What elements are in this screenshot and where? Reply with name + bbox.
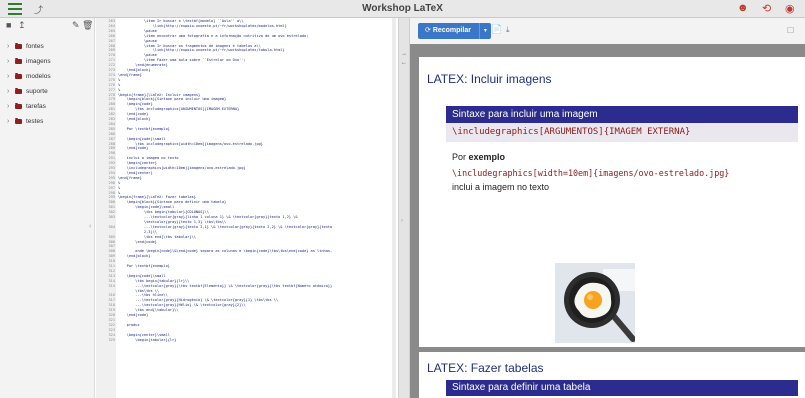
upload-icon[interactable]: ↥	[18, 20, 26, 31]
tree-item-suporte[interactable]: › suporte	[0, 84, 94, 99]
file-tree: ■ ↥ ✎ 🗑 › fontes › imagens › modelos › s…	[0, 18, 95, 398]
log-icon[interactable]: 📄	[491, 24, 502, 35]
text-exemplo: exemplo	[468, 152, 506, 162]
folder-icon	[15, 117, 22, 124]
collapse-preview-icon[interactable]: ›	[401, 218, 403, 224]
arrow-right-icon[interactable]: →	[401, 51, 407, 57]
chevron-right-icon: ›	[7, 88, 10, 95]
delete-icon[interactable]: 🗑	[82, 20, 93, 31]
example-caption: inclui a imagem no texto	[452, 182, 550, 192]
code-line: produz	[118, 322, 140, 327]
preview-menu-icon[interactable]: ☐	[787, 26, 794, 35]
code-editor[interactable]: 263 264 265 266 267 268 269 270 271 272 273 274 275 2…	[96, 18, 396, 398]
folder-icon	[15, 42, 22, 49]
chat-icon[interactable]: ◉	[785, 2, 795, 15]
arrow-left-icon[interactable]: ←	[401, 60, 407, 66]
chevron-right-icon: ›	[7, 118, 10, 125]
example-code: \includegraphics[width=10em]{imagens/ovo…	[452, 168, 730, 178]
code-line: Por \textbf{exemplo}	[118, 126, 170, 131]
line-number: 315	[108, 283, 116, 288]
folder-icon	[15, 72, 22, 79]
block-code: \includegraphics[ARGUMENTOS]{IMAGEM EXTE…	[446, 123, 798, 142]
top-bar: ⤴ Workshop LaTeX ☻ ⟲ ◉	[0, 0, 805, 18]
download-icon[interactable]: ⤓	[506, 25, 510, 35]
collapse-tree-icon[interactable]: ‹	[89, 223, 91, 230]
chevron-right-icon: ›	[7, 43, 10, 50]
chevron-right-icon: ›	[7, 103, 10, 110]
example-heading: Por exemplo	[452, 152, 505, 162]
line-number: 325	[108, 337, 116, 342]
code-line: Por \textbf{exemplo}	[118, 264, 170, 268]
fried-egg-image	[555, 263, 635, 343]
tree-item-label: fontes	[26, 43, 44, 50]
tree-item-testes[interactable]: › testes	[0, 114, 94, 129]
chevron-right-icon: ›	[7, 73, 10, 80]
share-icon[interactable]: ⟲	[762, 2, 771, 15]
code-line: \end{frame}	[118, 175, 142, 180]
folder-icon	[15, 102, 22, 109]
code-line: \begin{tabular}{lr}	[118, 337, 177, 342]
tree-item-imagens[interactable]: › imagens	[0, 54, 94, 69]
code-line: \end{frame}	[118, 72, 142, 77]
refresh-icon: ⟳	[425, 27, 433, 34]
tree-item-modelos[interactable]: › modelos	[0, 69, 94, 84]
folder-icon	[15, 57, 22, 64]
slide-title: LATEX: Incluir imagens	[427, 72, 552, 86]
line-number: 304	[108, 224, 116, 229]
preview-toolbar: ⟳ Recompilar ▾ 📄 ⤓	[410, 18, 805, 44]
code-line: \end{block}	[118, 254, 151, 259]
chevron-right-icon: ›	[7, 58, 10, 65]
tree-item-label: imagens	[26, 58, 51, 65]
block-title: Sintaxe para incluir uma imagem	[446, 106, 798, 123]
project-title: Workshop LaTeX	[362, 3, 443, 14]
code-line: \end{block}	[118, 117, 151, 121]
recompile-button[interactable]: ⟳ Recompilar ▾	[418, 23, 491, 39]
line-number: 303	[108, 215, 116, 219]
editor-scrollbar[interactable]	[392, 18, 396, 398]
user-icon[interactable]: ☻	[737, 2, 749, 14]
slide-fazer-tabelas: LATEX: Fazer tabelas Sintaxe para defini…	[419, 352, 805, 398]
edit-icon[interactable]: ✎	[72, 20, 80, 31]
code-line: \end{code}	[118, 239, 157, 244]
tree-item-fontes[interactable]: › fontes	[0, 39, 94, 54]
tree-item-label: testes	[26, 118, 44, 125]
tree-item-tarefas[interactable]: › tarefas	[0, 99, 94, 114]
text-por: Por	[452, 152, 469, 162]
tree-item-label: tarefas	[26, 103, 46, 110]
block-title: Sintaxe para definir uma tabela	[446, 380, 798, 396]
tree-item-label: modelos	[26, 73, 51, 80]
file-tree-toolbar: ■ ↥ ✎ 🗑	[0, 18, 94, 34]
code-line: \end{code}	[118, 146, 149, 151]
pane-splitter[interactable]: → ← ›	[398, 18, 410, 398]
chevron-down-icon[interactable]: ▾	[478, 23, 491, 39]
tree-item-label: suporte	[26, 88, 48, 95]
recompile-label: Recompilar	[432, 27, 471, 34]
slide-title: LATEX: Fazer tabelas	[427, 361, 544, 375]
code-line: \end{code}	[118, 313, 149, 317]
folder-icon	[15, 87, 22, 94]
new-folder-icon[interactable]: ■	[6, 20, 11, 30]
